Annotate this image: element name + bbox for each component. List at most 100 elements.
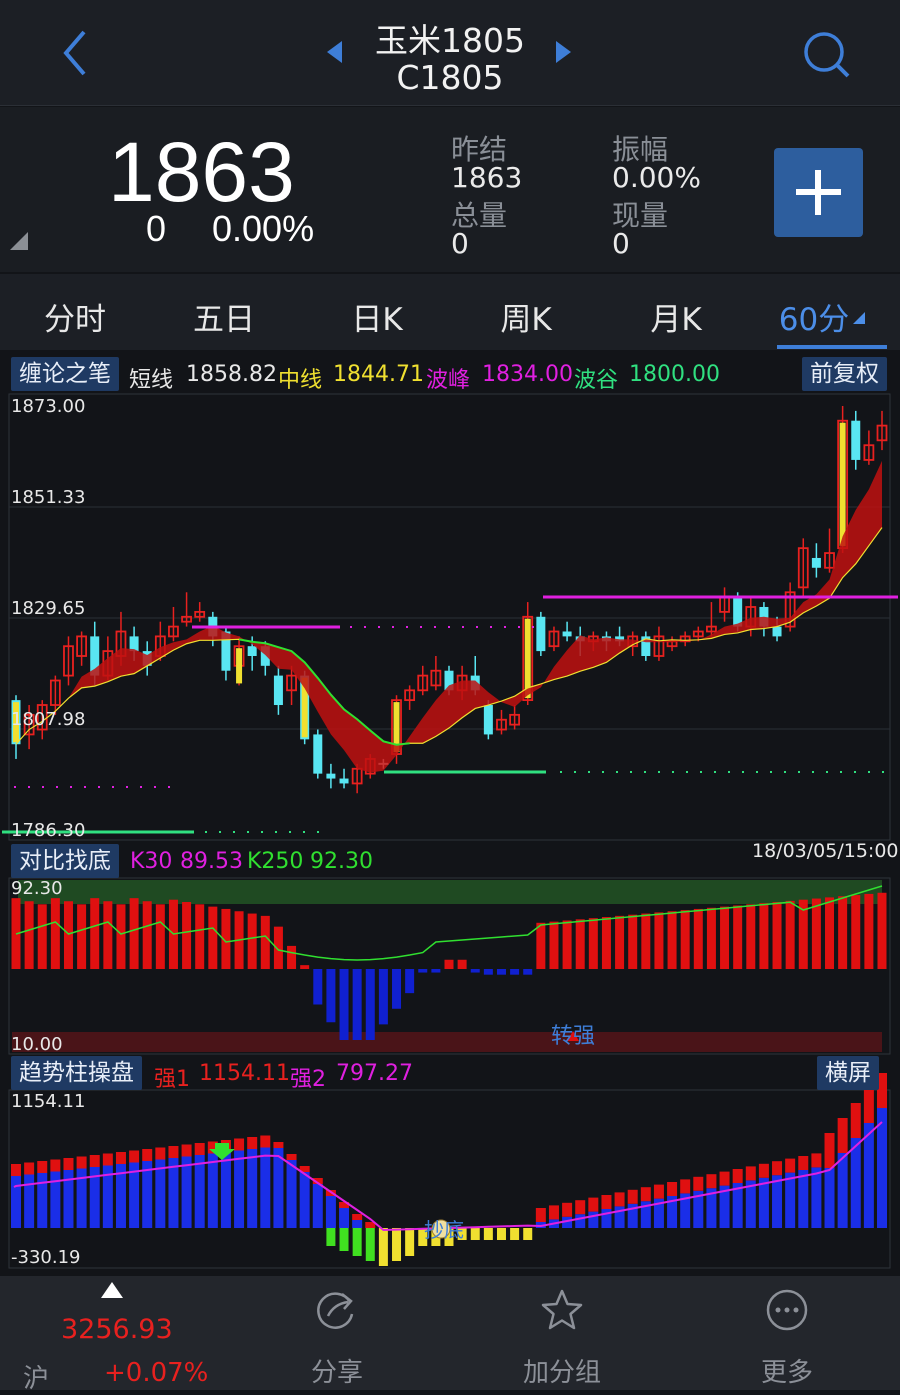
kd-indicator-tag[interactable]: 对比找底 — [11, 844, 119, 878]
kd-bar-red — [247, 913, 257, 969]
trend-bar-red — [850, 1103, 861, 1138]
kd-bar-red — [155, 904, 165, 969]
kd-bar-blue — [326, 969, 336, 1023]
candle-down — [811, 557, 821, 568]
trend-bar-low — [510, 1228, 520, 1240]
add-group-button[interactable]: 加分组 — [492, 1352, 632, 1389]
trend-bar-red — [785, 1158, 796, 1173]
trend-bar-blue — [273, 1148, 284, 1228]
kd-bar-red — [457, 959, 467, 969]
trend-bar-blue — [325, 1196, 336, 1228]
trend-bar-red — [181, 1144, 192, 1157]
kd-bar-blue — [418, 969, 428, 973]
trend-bar-red — [89, 1155, 100, 1167]
k30-label: K30 — [130, 849, 173, 874]
trend-bar-blue — [352, 1220, 363, 1228]
trend-bar-blue — [194, 1155, 205, 1228]
trend-bar-red — [706, 1174, 717, 1189]
index-value[interactable]: 3256.93 — [61, 1314, 173, 1345]
kd-bar-red — [654, 912, 664, 969]
kd-bar-red — [300, 965, 310, 969]
kd-bar-red — [811, 898, 821, 969]
trend-indicator-tag[interactable]: 趋势柱操盘 — [11, 1056, 142, 1090]
trend-bar-low — [483, 1228, 493, 1240]
trend-bar-red — [758, 1163, 769, 1178]
trend-bar-low — [470, 1228, 480, 1240]
trend-bar-red — [680, 1179, 691, 1194]
trough-value: 1800.00 — [629, 362, 720, 387]
trend-bar-blue — [168, 1158, 179, 1228]
kd-bar-red — [720, 906, 730, 969]
trend-bar-blue — [220, 1152, 231, 1228]
kd-bar-blue — [431, 969, 441, 973]
bottom-fish-signal: 抄底 — [424, 1218, 464, 1242]
kd-bar-red — [536, 922, 546, 969]
main-indicator-tag[interactable]: 缠论之笔 — [11, 357, 119, 391]
trend-bar-red — [273, 1142, 284, 1148]
trend-bar-red — [24, 1162, 35, 1175]
kd-bar-red — [562, 920, 572, 969]
more-icon[interactable] — [765, 1288, 809, 1332]
trend-bar-red — [286, 1154, 297, 1160]
kd-bar-red — [641, 913, 651, 969]
kd-bar-blue — [523, 969, 533, 975]
trend-bar-red — [772, 1161, 783, 1176]
kd-bar-red — [772, 902, 782, 969]
trend-bar-low — [405, 1228, 415, 1256]
adjust-button[interactable]: 前复权 — [802, 357, 887, 391]
share-button[interactable]: 分享 — [267, 1352, 407, 1389]
trend-ribbon — [16, 460, 882, 773]
trend-bar-blue — [758, 1177, 769, 1228]
kd-bar-red — [706, 907, 716, 969]
trend-bar-blue — [24, 1174, 35, 1228]
more-button[interactable]: 更多 — [717, 1352, 857, 1389]
trend-bar-blue — [339, 1208, 350, 1228]
index-name: 沪 — [23, 1364, 50, 1394]
mid-line-value: 1844.71 — [333, 362, 424, 387]
trend-bar-blue — [588, 1211, 599, 1228]
kd-bar-red — [851, 895, 861, 969]
trend-bar-red — [155, 1147, 166, 1160]
kd-bar-red — [63, 901, 73, 969]
trend-bar-blue — [863, 1123, 874, 1228]
trend-bar-red — [352, 1214, 363, 1220]
star-icon[interactable] — [540, 1288, 584, 1332]
kd-bar-red — [864, 893, 874, 969]
candle-down — [562, 631, 572, 637]
trend-bar-blue — [181, 1156, 192, 1228]
trend-bar-low — [392, 1228, 402, 1261]
trend-bar-low — [339, 1228, 349, 1251]
candle-down — [733, 597, 743, 627]
y-tick: 1829.65 — [11, 598, 86, 619]
trend-bar-blue — [850, 1138, 861, 1228]
strengthen-signal: 转强 — [551, 1024, 596, 1049]
kd-bar-red — [825, 897, 835, 969]
trend-bar-red — [667, 1182, 678, 1196]
short-line-label: 短线 — [129, 368, 174, 393]
trend-bar-blue — [260, 1147, 271, 1228]
trend-bar-low — [378, 1228, 388, 1266]
kd-bar-red — [549, 921, 559, 969]
kd-bar-red — [759, 903, 769, 969]
kd-bar-blue — [470, 969, 480, 973]
kd-bar-red — [50, 898, 60, 969]
share-icon[interactable] — [314, 1288, 358, 1332]
peak-value: 1834.00 — [482, 362, 573, 387]
trend-bar-red — [11, 1164, 21, 1176]
trend-bar-red — [247, 1137, 258, 1149]
trend-bar-blue — [37, 1173, 48, 1228]
trend-bar-blue — [312, 1184, 323, 1228]
trend-bar-red — [535, 1208, 546, 1222]
trend-bar-red — [548, 1205, 559, 1220]
trend-bar-low — [326, 1228, 336, 1246]
trend-bar-red — [588, 1197, 599, 1212]
trend-bar-low — [365, 1228, 375, 1261]
kd-y-bottom: 10.00 — [11, 1034, 63, 1055]
kd-bar-red — [667, 911, 677, 969]
trend-bar-red — [653, 1184, 664, 1199]
kd-bottom-band — [12, 1032, 882, 1052]
kd-bar-red — [575, 919, 585, 969]
landscape-button[interactable]: 横屏 — [817, 1056, 879, 1090]
trend-bar-red — [562, 1202, 573, 1217]
trend-bar-red — [745, 1166, 756, 1181]
